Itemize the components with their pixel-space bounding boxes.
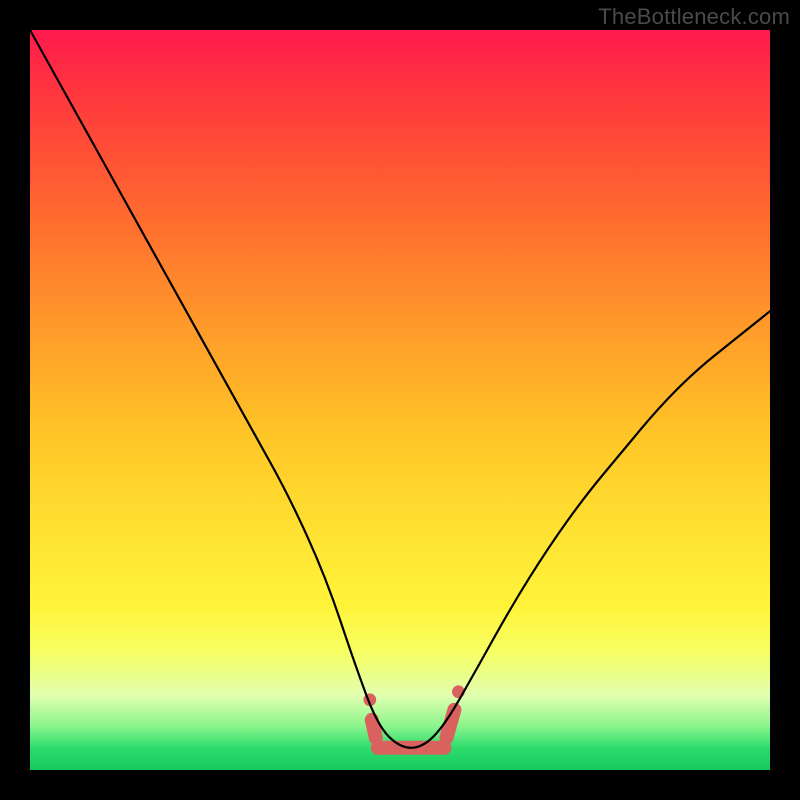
trough-stub-left (372, 720, 376, 738)
plot-area (30, 30, 770, 770)
chart-frame: TheBottleneck.com (0, 0, 800, 800)
watermark-text: TheBottleneck.com (598, 4, 790, 30)
chart-svg (30, 30, 770, 770)
bottleneck-curve-line (30, 30, 770, 748)
curve-path (30, 30, 770, 748)
